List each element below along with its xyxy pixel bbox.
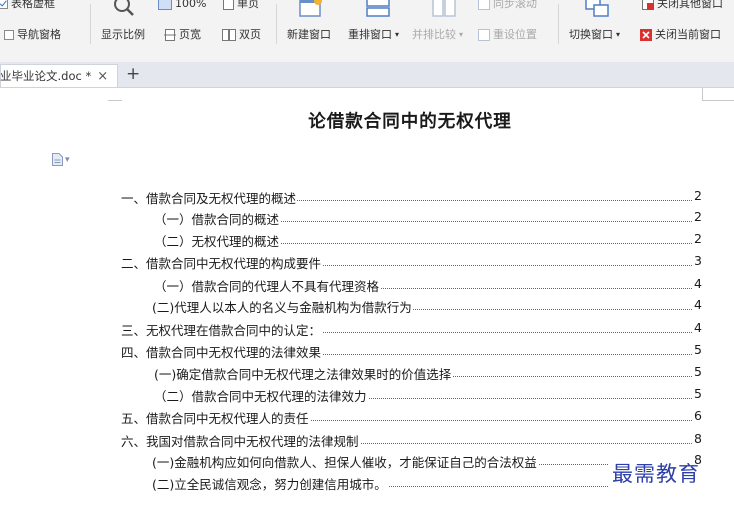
unchecked-box-icon (4, 30, 14, 40)
toc-entry-text: (一)金融机构应如何向借款人、担保人催收，才能保证自己的合法权益 (152, 452, 538, 471)
toc-page-number: 5 (694, 364, 702, 379)
toc-entry-text: (二)代理人以本人的名义与金融机构为借款行为 (152, 297, 413, 316)
arrange-window-icon[interactable] (366, 0, 390, 19)
separator (558, 4, 559, 44)
sync-scroll-button: 同步滚动 (478, 0, 537, 11)
document-icon (52, 153, 63, 166)
toc-entry[interactable]: 三、无权代理在借款合同中的认定： 4 (0, 320, 734, 340)
new-window-button[interactable]: 新建窗口 (287, 28, 331, 42)
toc-entry-text: 五、借款合同中无权代理人的责任 (121, 408, 310, 427)
toc-entry[interactable]: 六、我国对借款合同中无权代理的法律规制 8 (0, 431, 734, 451)
dropdown-arrow-icon: ▾ (616, 30, 621, 39)
toc-page-number: 2 (694, 209, 702, 224)
magnifier-icon[interactable] (112, 0, 136, 18)
page-corner-mark (108, 88, 122, 101)
close-current-button[interactable]: 关闭当前窗口 (640, 28, 721, 42)
new-tab-button[interactable]: + (126, 64, 140, 84)
side-by-side-button: 并排比较 ▾ (412, 28, 464, 41)
nav-pane-checkbox[interactable]: 导航窗格 (4, 28, 61, 42)
checked-box-icon (0, 0, 8, 9)
toc-entry-text: 四、借款合同中无权代理的法律效果 (121, 342, 323, 361)
dropdown-arrow-icon: ▾ (395, 30, 400, 39)
toc-entry[interactable]: (一)确定借款合同中无权代理之法律效果时的价值选择 5 (0, 364, 734, 384)
toc-page-number: 5 (694, 386, 702, 401)
one-to-one-icon (158, 0, 172, 10)
page-corner-mark (702, 88, 734, 101)
toc-page-number: 3 (694, 253, 702, 268)
toc-entry-text: (一)确定借款合同中无权代理之法律效果时的价值选择 (154, 364, 453, 383)
toc-page-number: 4 (694, 297, 702, 312)
toc-entry-text: 六、我国对借款合同中无权代理的法律规制 (121, 431, 360, 450)
new-window-icon[interactable] (298, 0, 324, 19)
toc-page-number: 8 (694, 431, 702, 446)
reset-position-button: 重设位置 (478, 28, 537, 42)
document-title: 论借款合同中的无权代理 (308, 112, 512, 132)
paragraph-menu[interactable]: ▾ (52, 153, 70, 166)
watermark-logo: 最需教育 (612, 462, 700, 486)
reset-position-icon (478, 29, 490, 41)
toc-entry[interactable]: 四、借款合同中无权代理的法律效果 5 (0, 342, 734, 362)
toc-entry-text: （二）借款合同中无权代理的法律效力 (154, 386, 368, 405)
toc-entry-text: 一、借款合同及无权代理的概述 (121, 188, 298, 207)
dropdown-arrow-icon: ▾ (65, 154, 70, 165)
sync-scroll-icon (478, 0, 490, 10)
document-tab[interactable]: 业毕业论文.doc * × (0, 64, 118, 87)
dropdown-arrow-icon: ▾ (459, 30, 464, 39)
toc-page-number: 2 (694, 188, 702, 203)
page-width-button[interactable]: 页宽 (164, 28, 201, 42)
toc-entry[interactable]: （一）借款合同的概述 2 (0, 209, 734, 229)
double-page-button[interactable]: 双页 (222, 28, 261, 42)
toc-entry[interactable]: 一、借款合同及无权代理的概述 2 (0, 188, 734, 208)
toc-entry[interactable]: （二）借款合同中无权代理的法律效力 5 (0, 386, 734, 406)
table-outline-checkbox[interactable]: 表格虚框 (0, 0, 55, 11)
arrange-window-button[interactable]: 重排窗口 ▾ (348, 28, 399, 42)
toc-entry[interactable]: 二、借款合同中无权代理的构成要件 3 (0, 253, 734, 273)
separator (276, 4, 277, 44)
toc-entry[interactable]: (二)代理人以本人的名义与金融机构为借款行为 4 (0, 297, 734, 317)
toc-entry[interactable]: 五、借款合同中无权代理人的责任 6 (0, 408, 734, 428)
toc-page-number: 4 (694, 320, 702, 335)
toc-entry[interactable]: （一）借款合同的代理人不具有代理资格 4 (0, 276, 734, 296)
toc-page-number: 2 (694, 231, 702, 246)
toc-entry-text: 三、无权代理在借款合同中的认定： (121, 320, 323, 339)
toc-entry-text: (二)立全民诚信观念，努力创建信用城市。 (152, 474, 388, 493)
toc-entry-text: 二、借款合同中无权代理的构成要件 (121, 253, 323, 272)
double-page-icon (222, 29, 236, 41)
toc-entry-text: （一）借款合同的代理人不具有代理资格 (154, 276, 381, 295)
close-icon (640, 29, 652, 41)
close-others-icon (642, 0, 654, 10)
toc-page-number: 5 (694, 342, 702, 357)
close-others-button[interactable]: 关闭其他窗口 (642, 0, 723, 11)
single-page-icon (223, 0, 234, 10)
toc-page-number: 4 (694, 276, 702, 291)
zoom-100-button[interactable]: 100% (158, 0, 206, 11)
toc-entry-text: （一）借款合同的概述 (154, 209, 281, 228)
close-tab-icon[interactable]: × (97, 69, 108, 84)
toc-entry-text: （二）无权代理的概述 (154, 231, 281, 250)
switch-window-button[interactable]: 切换窗口 ▾ (569, 28, 620, 42)
separator (90, 4, 91, 44)
toc-page-number: 6 (694, 408, 702, 423)
view-ribbon: 表格虚框 导航窗格 显示比例 100% 单页 页宽 双页 新建窗口 重排窗口 ▾… (0, 0, 734, 63)
switch-window-icon[interactable] (585, 0, 611, 19)
single-page-button[interactable]: 单页 (223, 0, 259, 11)
toc-entry[interactable]: （二）无权代理的概述 2 (0, 231, 734, 251)
page-width-icon (164, 29, 176, 41)
zoom-display-button[interactable]: 显示比例 (101, 28, 145, 42)
side-by-side-icon (432, 0, 456, 17)
